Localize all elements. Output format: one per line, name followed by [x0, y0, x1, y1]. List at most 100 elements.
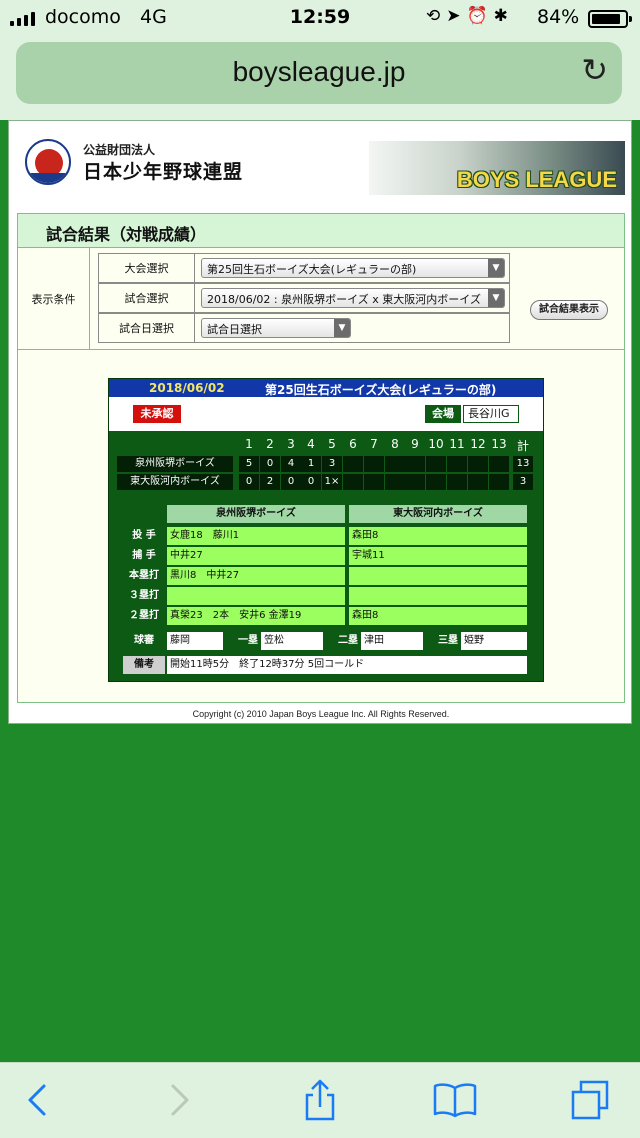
inning-score [385, 474, 405, 490]
share-button[interactable] [295, 1077, 345, 1123]
details-team-header: 泉州阪堺ボーイズ [167, 505, 345, 523]
inning-header: 1 [245, 437, 253, 451]
inning-header: 11 [449, 437, 465, 451]
forward-icon [171, 1084, 189, 1116]
inning-score [447, 456, 467, 472]
umpire-name: 姫野 [461, 632, 527, 650]
inning-header: 9 [411, 437, 419, 451]
detail-label: 本塁打 [123, 567, 165, 585]
select-value: 第25回生石ボーイズ大会(レギュラーの部) [207, 263, 417, 276]
inning-score [385, 456, 405, 472]
notes-value: 開始11時5分 終了12時37分 5回コールド [167, 656, 527, 674]
results-panel: 試合結果（対戦成績） 表示条件 大会選択 第25回生石ボーイズ大会(レギュラーの… [17, 213, 625, 703]
forward-button[interactable] [155, 1077, 205, 1123]
detail-away: 森田8 [349, 607, 527, 625]
status-bar: docomo 4G 12:59 ⟲➤⏰✱ 84% [0, 0, 640, 38]
inning-header: 5 [328, 437, 336, 451]
umpire-name: 笠松 [261, 632, 323, 650]
umpire-name: 藤岡 [167, 632, 223, 650]
location-icon: ➤ [446, 6, 467, 26]
card-title-bar: 2018/06/02 第25回生石ボーイズ大会(レギュラーの部) [109, 379, 543, 397]
inning-header: 2 [266, 437, 274, 451]
inning-header: 10 [428, 437, 444, 451]
detail-away [349, 587, 527, 605]
inning-score: 0 [301, 474, 321, 490]
filter-section: 表示条件 大会選択 第25回生石ボーイズ大会(レギュラーの部) ▼ 試合選択 2… [18, 248, 624, 350]
inning-score [447, 474, 467, 490]
inning-header: 7 [370, 437, 378, 451]
detail-away: 森田8 [349, 527, 527, 545]
inning-header: 6 [349, 437, 357, 451]
detail-home: 真榮23 2本 安井6 金澤19 [167, 607, 345, 625]
detail-label: ３塁打 [123, 587, 165, 605]
umpire-name: 津田 [361, 632, 423, 650]
chevron-down-icon: ▼ [334, 319, 350, 337]
alarm-icon: ⏰ [466, 6, 494, 26]
inning-score: 0 [281, 474, 301, 490]
inning-score: 1× [322, 474, 342, 490]
inning-score [468, 474, 488, 490]
inning-header: 3 [287, 437, 295, 451]
battery-icon [588, 10, 632, 28]
filter-label: 試合日選択 [99, 314, 195, 342]
select-value: 試合日選択 [207, 323, 262, 336]
filter-row-tournament: 大会選択 第25回生石ボーイズ大会(レギュラーの部) ▼ [98, 253, 510, 283]
tournament-select[interactable]: 第25回生石ボーイズ大会(レギュラーの部) ▼ [201, 258, 505, 278]
inning-score: 5 [239, 456, 259, 472]
game-select[interactable]: 2018/06/02 : 泉州阪堺ボーイズ x 東大阪河内ボーイズ ▼ [201, 288, 505, 308]
inning-score: 1 [301, 456, 321, 472]
chevron-down-icon: ▼ [488, 259, 504, 277]
detail-away: 宇城11 [349, 547, 527, 565]
filter-label: 試合選択 [99, 284, 195, 312]
browser-toolbar [0, 1062, 640, 1138]
umpire-label: 球審 [134, 635, 154, 646]
panel-header: 試合結果（対戦成績） [18, 214, 624, 248]
inning-score [468, 456, 488, 472]
card-info-row: 未承認 会場 長谷川G [109, 397, 543, 431]
team-name: 泉州阪堺ボーイズ [117, 456, 233, 472]
inning-score [364, 474, 384, 490]
reload-icon[interactable]: ↻ [581, 54, 608, 86]
bookmarks-icon [433, 1083, 477, 1118]
inning-score: 2 [260, 474, 280, 490]
inning-score: 3 [322, 456, 342, 472]
status-badge: 未承認 [133, 405, 181, 423]
date-select[interactable]: 試合日選択 ▼ [201, 318, 351, 338]
inning-score [405, 474, 425, 490]
venue-value: 長谷川G [463, 405, 519, 423]
back-icon [28, 1084, 46, 1116]
emblem-icon [25, 139, 71, 185]
league-logo[interactable]: 公益財団法人 日本少年野球連盟 [21, 135, 381, 195]
inning-header: 13 [491, 437, 507, 451]
inning-header: 4 [307, 437, 315, 451]
orientation-lock-icon: ⟲ [426, 6, 447, 26]
bookmarks-button[interactable] [430, 1077, 480, 1123]
tabs-button[interactable] [565, 1077, 615, 1123]
show-results-button[interactable]: 試合結果表示 [530, 300, 608, 320]
detail-home: 黒川8 中井27 [167, 567, 345, 585]
team-name: 東大阪河内ボーイズ [117, 474, 233, 490]
detail-home [167, 587, 345, 605]
status-icons: ⟲➤⏰✱ [426, 6, 514, 26]
back-button[interactable] [12, 1077, 62, 1123]
inning-score [364, 456, 384, 472]
notes-label: 備考 [123, 656, 165, 674]
battery-percent: 84% [537, 6, 580, 28]
inning-score [405, 456, 425, 472]
filter-row-date: 試合日選択 試合日選択 ▼ [98, 313, 510, 343]
filter-label: 大会選択 [99, 254, 195, 282]
filter-row-game: 試合選択 2018/06/02 : 泉州阪堺ボーイズ x 東大阪河内ボーイズ ▼ [98, 283, 510, 313]
detail-home: 女鹿18 藤川1 [167, 527, 345, 545]
content-sheet: 公益財団法人 日本少年野球連盟 BOYS LEAGUE 試合結果（対戦成績） 表… [8, 120, 632, 724]
panel-title: 試合結果（対戦成績） [46, 225, 207, 244]
game-date: 2018/06/02 [149, 381, 225, 395]
total-score: 13 [513, 456, 533, 472]
inning-score: 0 [239, 474, 259, 490]
url-text[interactable]: boysleague.jp [16, 56, 622, 88]
address-bar[interactable]: boysleague.jp ↻ [16, 42, 622, 104]
browser-address-area: boysleague.jp ↻ [0, 38, 640, 120]
select-value: 2018/06/02 : 泉州阪堺ボーイズ x 東大阪河内ボーイズ [207, 293, 481, 306]
tabs-icon [571, 1080, 609, 1120]
detail-label: 捕 手 [123, 547, 165, 565]
org-type: 公益財団法人 [83, 143, 156, 157]
